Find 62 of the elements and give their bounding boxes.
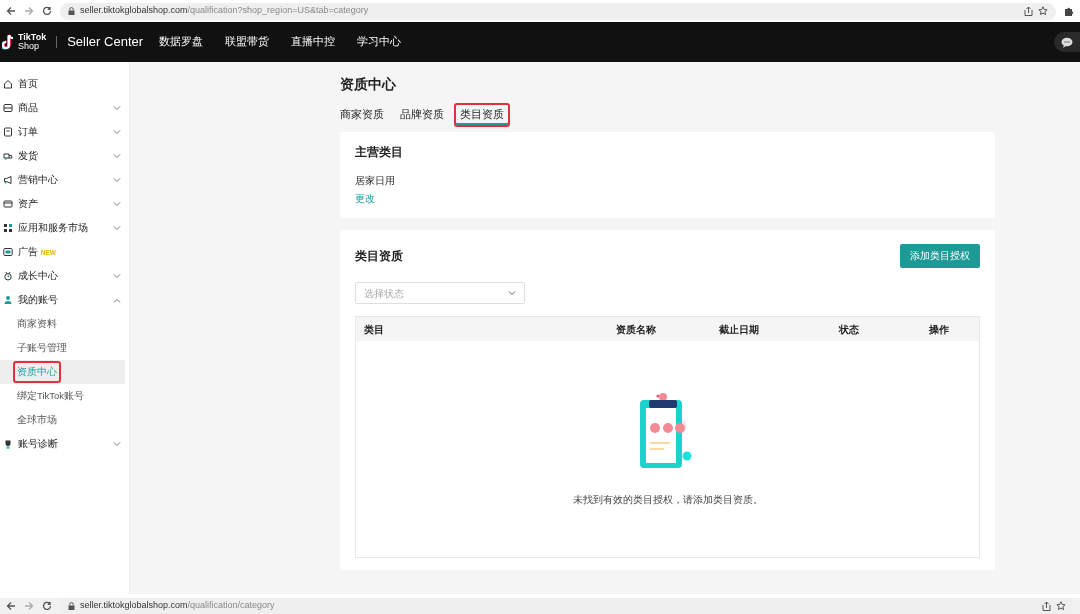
sidebar-item[interactable]: 资产 [0, 192, 129, 216]
change-link[interactable]: 更改 [355, 191, 375, 206]
extensions-icon[interactable] [1064, 6, 1074, 16]
url-text: seller.tiktokglobalshop.com/qualification?shop_region=US&tab=category [80, 4, 369, 18]
submenu-item[interactable]: 子账号管理 [0, 336, 129, 360]
nav-link[interactable]: 学习中心 [357, 34, 402, 50]
share-icon[interactable] [1024, 6, 1033, 16]
sidebar-item[interactable]: 账号诊断 [0, 432, 129, 456]
box-icon [3, 103, 13, 113]
column-header: 操作 [928, 322, 950, 337]
back-icon[interactable] [6, 6, 16, 16]
column-header: 截止日期 [718, 322, 760, 337]
megaphone-icon [3, 175, 13, 185]
sidebar-item[interactable]: 应用和服务市场 [0, 216, 129, 240]
submenu-item[interactable]: 商家资料 [0, 312, 129, 336]
chevron-down-icon [508, 290, 516, 296]
sidebar-item[interactable]: 营销中心 [0, 168, 129, 192]
sidebar-item[interactable]: 首页 [0, 72, 129, 96]
screen-icon [3, 247, 13, 257]
reload-icon[interactable] [42, 601, 52, 611]
grid-icon [3, 223, 13, 233]
logo-text: Shop [18, 42, 41, 51]
page-title: 资质中心 [340, 75, 397, 94]
trophy-icon [3, 439, 13, 449]
logo-text: TikTok [18, 33, 47, 42]
reload-icon[interactable] [42, 6, 52, 16]
back-icon[interactable] [6, 601, 16, 611]
star-icon[interactable] [1038, 6, 1048, 16]
sidebar-item[interactable]: 我的账号 [0, 288, 129, 312]
card-title: 主营类目 [355, 144, 404, 160]
submenu-item[interactable]: 全球市场 [0, 408, 129, 432]
empty-message: 未找到有效的类目授权，请添加类目资质。 [572, 492, 763, 507]
sidebar-item[interactable]: 商品 [0, 96, 129, 120]
note-logo-icon [2, 34, 16, 50]
nav-link[interactable]: 直播中控 [291, 34, 336, 50]
lock-icon [68, 602, 75, 610]
lock-icon [68, 7, 75, 15]
wallet-icon [3, 199, 13, 209]
clipboard-icon [3, 127, 13, 137]
nav-link[interactable]: 数据罗盘 [159, 34, 204, 50]
home-icon [3, 79, 13, 89]
url-text: seller.tiktokglobalshop.com/qualification/category [80, 599, 275, 613]
card-title: 类目资质 [355, 248, 403, 264]
user-icon [3, 295, 13, 305]
column-header: 资质名称 [615, 322, 657, 337]
share-icon[interactable] [1042, 601, 1051, 611]
tab[interactable]: 类目资质 [454, 103, 510, 127]
sidebar-item[interactable]: 订单 [0, 120, 129, 144]
chat-icon[interactable] [1061, 36, 1073, 48]
column-header: 类目 [363, 322, 385, 337]
nav-link[interactable]: 联盟带货 [225, 34, 270, 50]
alarm-clock-icon [3, 271, 13, 281]
tab[interactable]: 商家资质 [334, 103, 390, 127]
sidebar-item[interactable]: 成长中心 [0, 264, 129, 288]
star-icon[interactable] [1056, 601, 1066, 611]
column-header: 状态 [837, 322, 860, 337]
submenu-item[interactable]: 绑定TikTok账号 [0, 384, 129, 408]
header-title: Seller Center [67, 33, 144, 52]
tab[interactable]: 品牌资质 [394, 103, 450, 127]
sidebar-item[interactable]: 发货 [0, 144, 129, 168]
category-value: 居家日用 [355, 174, 396, 188]
address-bar[interactable]: seller.tiktokglobalshop.com/qualification?shop_region=US&tab=category [60, 2, 1056, 20]
